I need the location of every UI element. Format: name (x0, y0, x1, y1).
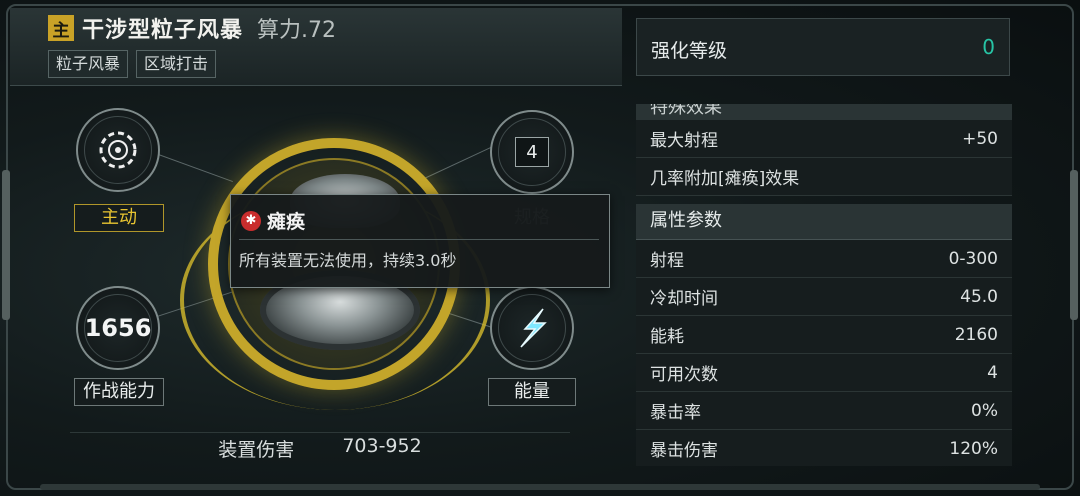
stat-value: 0% (971, 400, 998, 421)
tag-particle-storm: 粒子风暴 (48, 50, 129, 78)
tooltip-title: 瘫痪 (267, 211, 306, 233)
energy-node[interactable] (490, 286, 574, 370)
stats-panel[interactable]: 特殊效果 最大射程 +50 几率附加[瘫痪]效果 属性参数 射程 0-300 冷… (636, 104, 1012, 466)
active-mode-label: 主动 (74, 204, 164, 232)
stat-row: 能耗 2160 (636, 316, 1012, 354)
enhance-level-label: 强化等级 (651, 40, 728, 62)
left-edge-tab (2, 170, 10, 320)
stat-label: 可用次数 (650, 365, 718, 385)
attributes-header: 属性参数 (636, 204, 1012, 240)
stat-row: 可用次数 4 (636, 354, 1012, 392)
paralysis-icon: ✱ (241, 210, 261, 231)
stat-label: 几率附加[瘫痪]效果 (650, 169, 800, 189)
main-slot-badge: 主 (48, 15, 74, 41)
stat-row: 暴击伤害 120% (636, 430, 1012, 466)
tag-list: 粒子风暴 区域打击 (48, 50, 217, 78)
device-damage-label: 装置伤害 (218, 439, 295, 461)
stat-label: 暴击伤害 (650, 441, 718, 461)
tag-area-strike: 区域打击 (136, 50, 217, 78)
tooltip-divider (239, 239, 599, 240)
storm-swirl-icon (99, 131, 137, 169)
energy-bolt-icon (520, 308, 547, 348)
compute-power: 算力.72 (257, 18, 337, 43)
special-effects-header: 特殊效果 (636, 104, 1012, 120)
stat-row: 冷却时间 45.0 (636, 278, 1012, 316)
paralysis-tooltip: ✱ 瘫痪 所有装置无法使用，持续3.0秒 (230, 194, 610, 288)
stat-value: 45.0 (960, 286, 998, 307)
stat-label: 射程 (650, 251, 684, 271)
combat-power-label: 作战能力 (74, 378, 164, 406)
equipment-title: 干涉型粒子风暴 (82, 18, 244, 43)
tooltip-description: 所有装置无法使用，持续3.0秒 (239, 251, 457, 270)
bottom-bar (40, 484, 1040, 490)
right-edge-tab (1070, 170, 1078, 320)
title-row: 主 干涉型粒子风暴 算力.72 (48, 12, 336, 44)
stat-value: 4 (987, 362, 998, 383)
stat-value: 120% (949, 438, 998, 459)
stat-row: 射程 0-300 (636, 240, 1012, 278)
device-damage-row: 装置伤害 703-952 (70, 432, 570, 462)
stat-label: 冷却时间 (650, 289, 718, 309)
tooltip-header: ✱ 瘫痪 (241, 207, 305, 234)
enhance-level-value: 0 (982, 35, 995, 59)
equipment-detail-window: 主 干涉型粒子风暴 算力.72 粒子风暴 区域打击 主动 1656 作战能力 4… (0, 0, 1080, 496)
spec-node[interactable]: 4 (490, 110, 574, 194)
device-damage-value: 703-952 (342, 435, 422, 457)
combat-power-value: 1656 (84, 314, 152, 342)
stat-label: 能耗 (650, 327, 684, 347)
combat-power-node[interactable]: 1656 (76, 286, 160, 370)
stat-value: 2160 (954, 324, 998, 345)
stat-row: 最大射程 +50 (636, 120, 1012, 158)
enhance-level-box[interactable]: 强化等级 0 (636, 18, 1010, 76)
stat-value: 0-300 (948, 248, 998, 269)
stat-value: +50 (962, 128, 998, 149)
stat-row: 暴击率 0% (636, 392, 1012, 430)
active-mode-node[interactable] (76, 108, 160, 192)
stat-label: 暴击率 (650, 403, 701, 423)
stat-label: 最大射程 (650, 131, 718, 151)
spec-value: 4 (515, 137, 549, 167)
energy-label: 能量 (488, 378, 576, 406)
stat-row: 几率附加[瘫痪]效果 (636, 158, 1012, 196)
